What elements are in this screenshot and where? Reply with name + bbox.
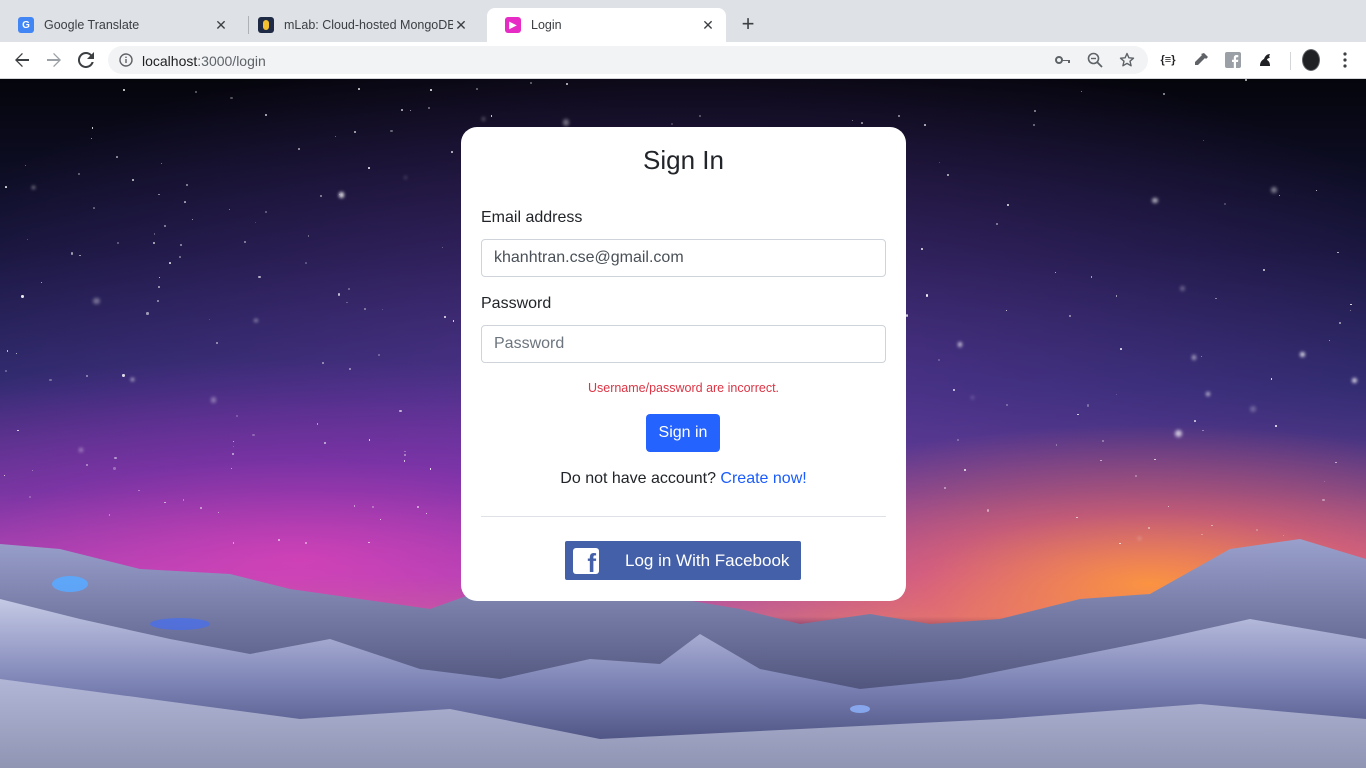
address-bar[interactable]: localhost:3000/login — [108, 46, 1148, 74]
page-title: Sign In — [643, 145, 724, 175]
error-message: Username/password are incorrect. — [587, 381, 780, 395]
close-icon[interactable]: ✕ — [453, 17, 469, 33]
email-label: Email address — [481, 209, 583, 226]
url-path: :3000/login — [197, 53, 266, 69]
signup-row: Do not have account? Create now! — [461, 470, 906, 488]
sign-in-button[interactable]: Sign in — [646, 414, 720, 452]
url-text: localhost:3000/login — [142, 53, 266, 69]
forward-button[interactable] — [42, 48, 66, 72]
close-icon[interactable]: ✕ — [213, 17, 229, 33]
password-field[interactable] — [481, 325, 886, 363]
info-icon[interactable] — [118, 52, 134, 68]
tab-title: mLab: Cloud-hosted MongoDB — [284, 18, 453, 32]
close-icon[interactable]: ✕ — [700, 17, 716, 33]
google-translate-icon: G — [18, 17, 34, 33]
reload-button[interactable] — [74, 48, 98, 72]
tab-title: Google Translate — [44, 18, 140, 32]
email-field[interactable] — [481, 239, 886, 277]
eyedropper-icon[interactable] — [1192, 51, 1210, 69]
page-background: Sign In Email address Password Username/… — [0, 79, 1366, 768]
login-card: Sign In Email address Password Username/… — [461, 127, 906, 601]
url-host: localhost — [142, 53, 198, 69]
back-button[interactable] — [10, 48, 34, 72]
facebook-login-label: Log in With Facebook — [625, 550, 790, 570]
password-label: Password — [481, 295, 552, 312]
arrow-right-icon — [47, 53, 61, 67]
tab-mlab[interactable]: mLab: Cloud-hosted MongoDB ✕ — [240, 8, 479, 42]
youtube-like-play-icon: ▶ — [505, 17, 521, 33]
browser-toolbar: localhost:3000/login {≡} — [0, 42, 1366, 79]
tab-title: Login — [531, 18, 562, 32]
divider — [481, 516, 886, 517]
new-tab-button[interactable]: + — [738, 11, 758, 36]
tab-strip: G Google Translate ✕ mLab: Cloud-hosted … — [0, 0, 1366, 42]
mlab-icon — [258, 17, 274, 33]
tab-google-translate[interactable]: G Google Translate ✕ — [0, 8, 239, 42]
facebook-icon: f — [573, 547, 599, 574]
key-icon[interactable] — [1054, 51, 1072, 69]
facebook-login-button[interactable]: f Log in With Facebook — [565, 541, 801, 580]
menu-icon[interactable] — [1336, 51, 1354, 69]
gnome-extension-icon[interactable] — [1256, 51, 1274, 69]
profile-avatar[interactable] — [1302, 49, 1320, 71]
facebook-extension-icon[interactable] — [1224, 51, 1242, 69]
reload-icon — [78, 52, 94, 68]
signup-prompt: Do not have account? — [560, 470, 716, 487]
tab-login[interactable]: ▶ Login ✕ — [487, 8, 726, 42]
arrow-left-icon — [15, 53, 29, 67]
create-account-link[interactable]: Create now! — [720, 470, 806, 487]
zoom-icon[interactable] — [1086, 51, 1104, 69]
toolbar-divider — [1290, 52, 1291, 70]
star-icon[interactable] — [1118, 51, 1136, 69]
json-formatter-icon[interactable]: {≡} — [1159, 51, 1177, 69]
